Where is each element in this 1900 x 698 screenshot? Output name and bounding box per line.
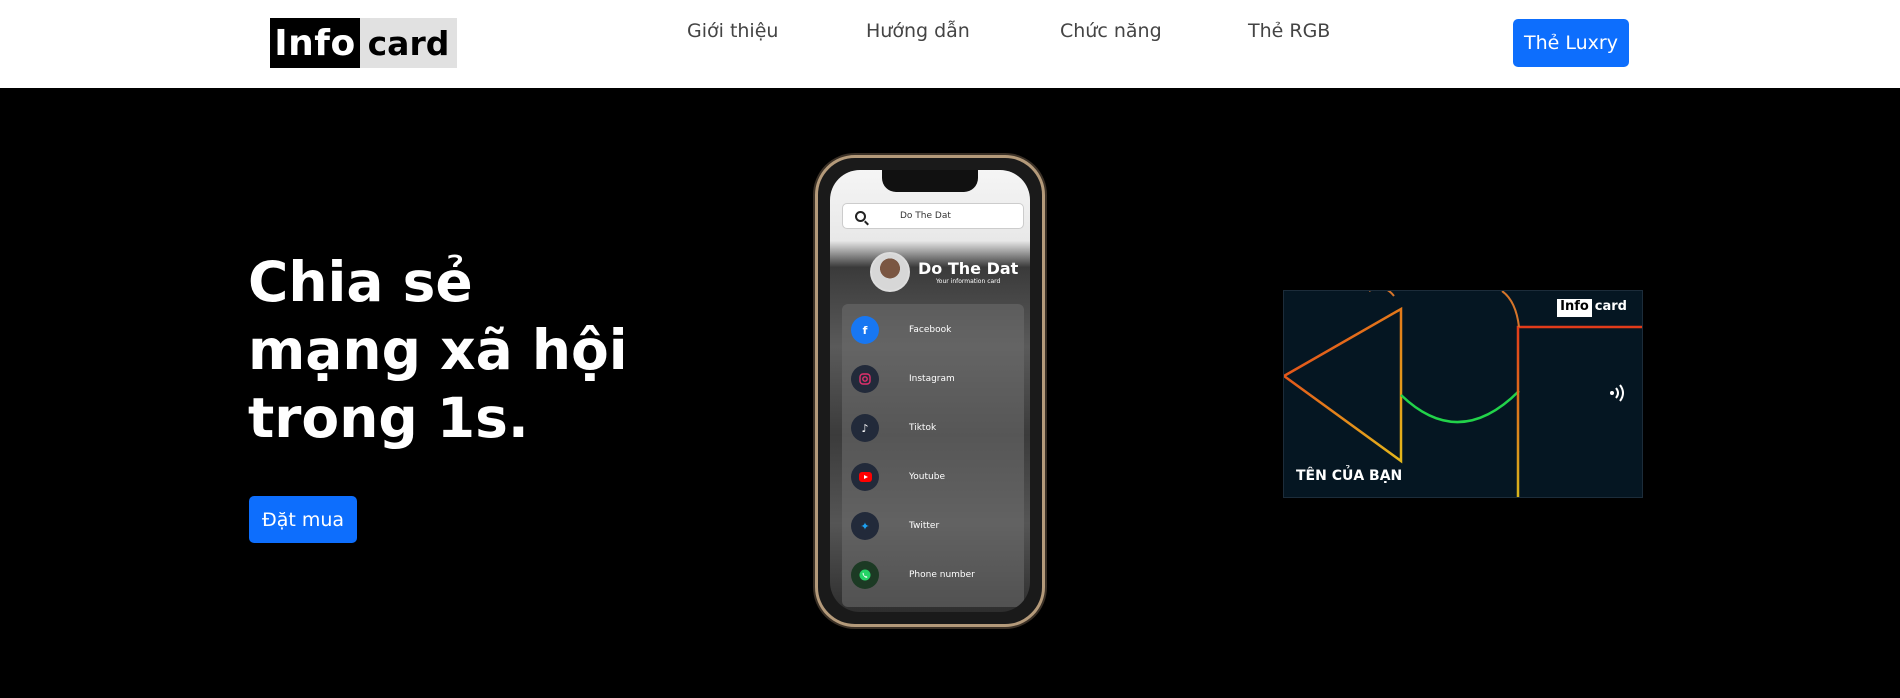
logo[interactable]: Info card — [270, 18, 457, 68]
card-logo: Info card — [1557, 299, 1630, 317]
twitter-icon: ✦ — [851, 512, 879, 540]
phone-profile: Do The Dat Your information card — [870, 252, 1018, 292]
card-logo-card: card — [1594, 299, 1627, 314]
headline-line-1: Chia sẻ — [248, 250, 473, 314]
facebook-icon: f — [851, 316, 879, 344]
link-label: Tiktok — [909, 423, 937, 433]
list-item-instagram: Instagram — [851, 364, 955, 394]
phone-search-text: Do The Dat — [900, 211, 951, 221]
phone-notch — [882, 170, 978, 192]
nfc-icon — [1608, 383, 1628, 407]
navbar: Info card Giới thiệu Hướng dẫn Chức năng… — [0, 0, 1900, 88]
list-item-facebook: f Facebook — [851, 315, 951, 345]
hero-headline: Chia sẻ mạng xã hội trong 1s. — [248, 248, 648, 452]
logo-part-card: card — [360, 18, 457, 68]
link-label: Phone number — [909, 570, 975, 580]
nav-link-the-rgb[interactable]: Thẻ RGB — [1248, 20, 1330, 42]
instagram-icon — [851, 365, 879, 393]
info-card-preview: Info card TÊN CỦA BẠN — [1283, 290, 1643, 498]
card-logo-info: Info — [1557, 299, 1592, 317]
order-button[interactable]: Đặt mua — [249, 496, 357, 543]
profile-name: Do The Dat — [918, 259, 1019, 278]
list-item-tiktok: ♪ Tiktok — [851, 413, 936, 443]
list-item-youtube: Youtube — [851, 462, 945, 492]
search-icon — [855, 210, 866, 222]
logo-part-info: Info — [270, 18, 360, 68]
nav-link-huong-dan[interactable]: Hướng dẫn — [866, 20, 970, 42]
youtube-icon — [851, 463, 879, 491]
headline-line-2: mạng xã hội — [248, 318, 628, 382]
nav-link-gioi-thieu[interactable]: Giới thiệu — [687, 20, 778, 42]
phone-search-bar: Do The Dat — [842, 203, 1024, 229]
phone-screen: Do The Dat Do The Dat Your information c… — [830, 170, 1030, 612]
list-item-phone: Phone number — [851, 560, 975, 590]
profile-subtitle: Your information card — [935, 278, 1001, 285]
avatar — [870, 252, 910, 292]
tiktok-icon: ♪ — [851, 414, 879, 442]
card-name-placeholder: TÊN CỦA BẠN — [1296, 468, 1403, 484]
hero-section: Chia sẻ mạng xã hội trong 1s. Đặt mua Do… — [0, 88, 1900, 698]
phone-mockup: Do The Dat Do The Dat Your information c… — [815, 155, 1045, 627]
nav-link-chuc-nang[interactable]: Chức năng — [1060, 20, 1162, 42]
profile-text: Do The Dat Your information card — [918, 259, 1018, 285]
link-label: Youtube — [909, 472, 945, 482]
link-label: Facebook — [909, 325, 952, 335]
links-panel: f Facebook Instagram ♪ Tiktok Youtube ✦ … — [842, 304, 1024, 607]
link-label: Twitter — [909, 521, 940, 531]
card-rgb-graphic — [1284, 291, 1642, 497]
headline-line-3: trong 1s. — [248, 386, 529, 450]
link-label: Instagram — [909, 374, 955, 384]
list-item-twitter: ✦ Twitter — [851, 511, 939, 541]
luxry-card-button[interactable]: Thẻ Luxry — [1513, 19, 1629, 67]
phone-icon — [851, 561, 879, 589]
